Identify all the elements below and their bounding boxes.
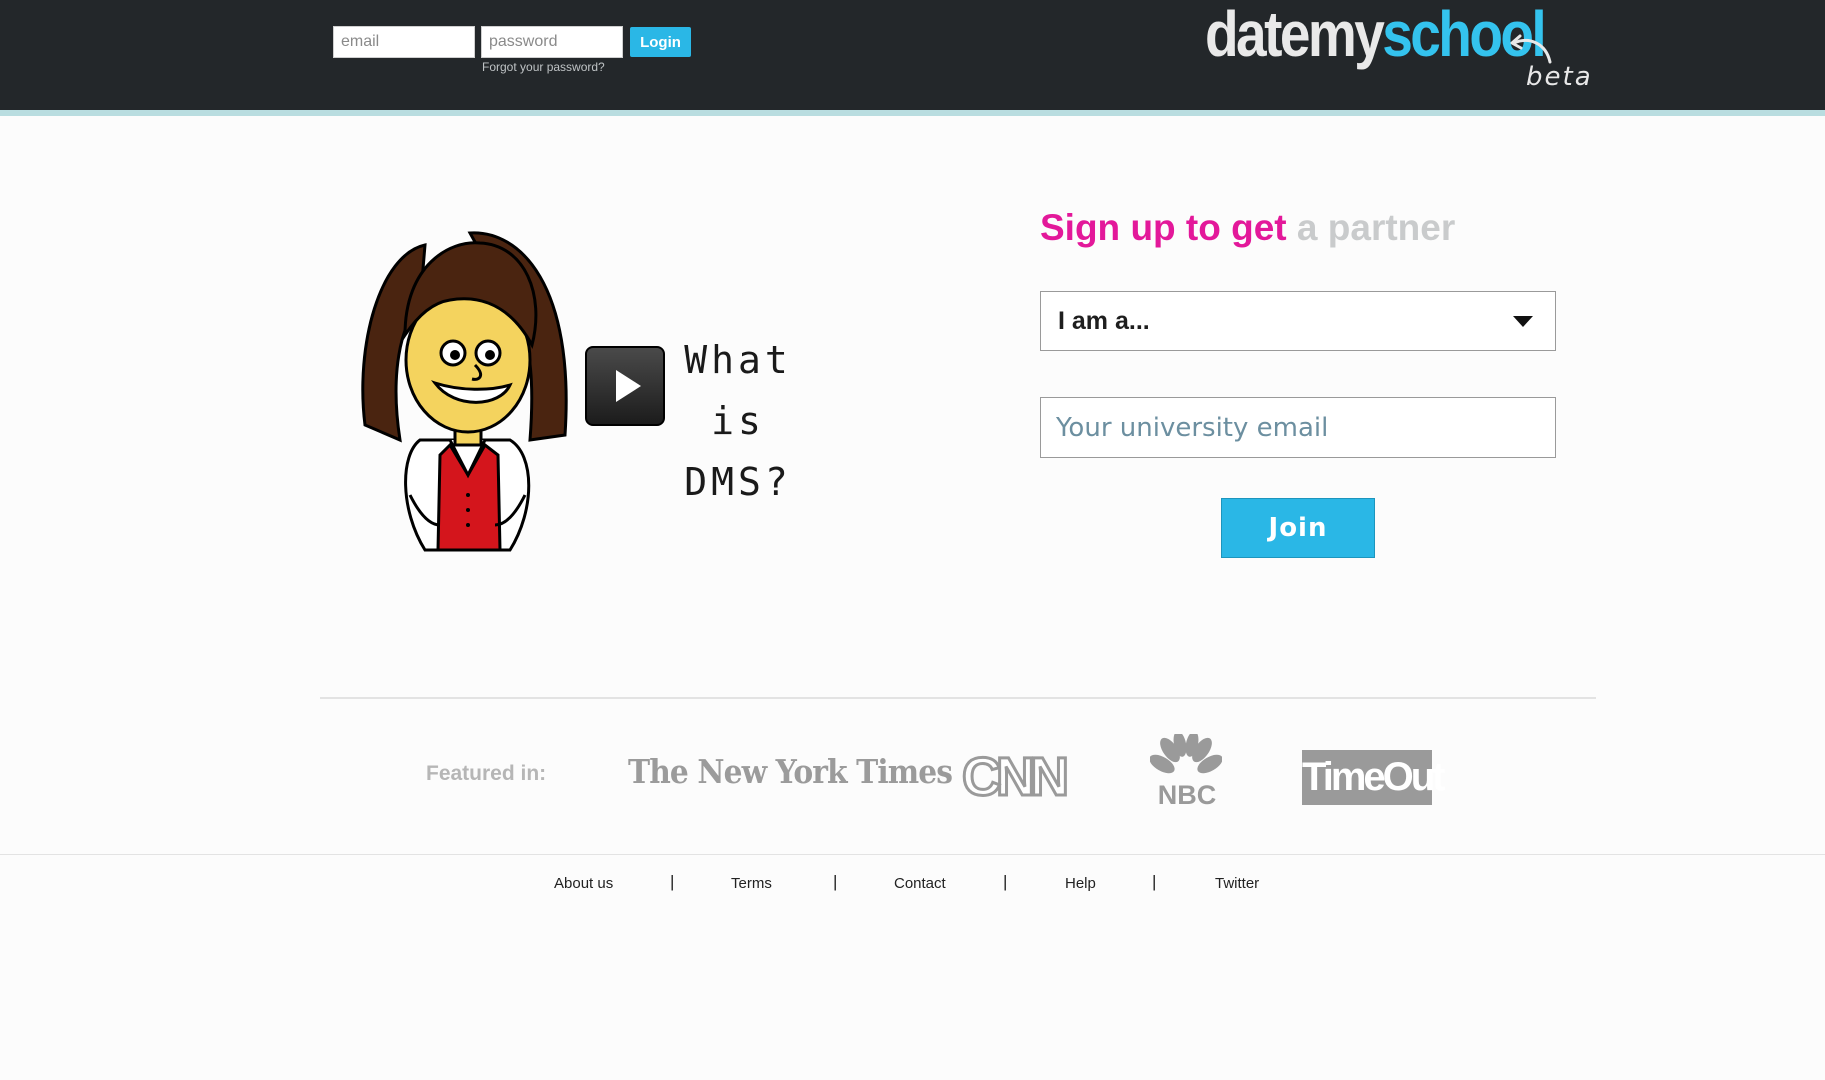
footer-divider bbox=[0, 854, 1825, 855]
curved-arrow-icon bbox=[1510, 34, 1552, 64]
gender-select[interactable]: I am a... bbox=[1040, 291, 1556, 351]
beta-label: beta bbox=[1526, 62, 1593, 92]
nbc-logo-text: NBC bbox=[1157, 780, 1217, 810]
footer-link-contact[interactable]: Contact bbox=[894, 875, 946, 892]
login-email-input[interactable] bbox=[333, 26, 475, 58]
video-play-button[interactable] bbox=[585, 346, 665, 426]
featured-label: Featured in: bbox=[426, 762, 547, 785]
university-email-input[interactable] bbox=[1040, 397, 1556, 458]
footer-link-help[interactable]: Help bbox=[1065, 875, 1096, 892]
forgot-password-link[interactable]: Forgot your password? bbox=[482, 60, 605, 74]
signup-title-rest: a partner bbox=[1296, 207, 1456, 248]
signup-title-highlight: Sign up to get bbox=[1040, 207, 1287, 248]
mascot-illustration bbox=[361, 231, 568, 552]
site-logo[interactable]: datemyschool bbox=[1205, 0, 1547, 74]
chevron-down-icon bbox=[1513, 316, 1533, 327]
timeout-logo: TimeOut bbox=[1302, 750, 1446, 805]
join-button[interactable]: Join bbox=[1221, 498, 1375, 558]
video-caption: What is DMS? bbox=[668, 330, 808, 513]
play-icon bbox=[616, 370, 641, 402]
video-caption-line: What bbox=[684, 338, 792, 382]
footer-separator: | bbox=[1152, 872, 1157, 891]
video-caption-line: is bbox=[711, 399, 765, 443]
section-divider bbox=[320, 697, 1596, 699]
video-caption-line: DMS? bbox=[684, 460, 792, 504]
footer-separator: | bbox=[670, 872, 675, 891]
nbc-peacock-icon bbox=[1150, 734, 1222, 774]
nyt-logo: The New York Times bbox=[628, 752, 953, 791]
footer-separator: | bbox=[833, 872, 838, 891]
gender-select-value: I am a... bbox=[1058, 307, 1150, 335]
login-password-input[interactable] bbox=[481, 26, 623, 58]
footer-link-about[interactable]: About us bbox=[554, 875, 613, 892]
footer-link-terms[interactable]: Terms bbox=[731, 875, 772, 892]
footer-link-twitter[interactable]: Twitter bbox=[1215, 875, 1259, 892]
footer-separator: | bbox=[1003, 872, 1008, 891]
cnn-logo: CNN bbox=[961, 746, 1071, 809]
login-button[interactable]: Login bbox=[630, 27, 691, 57]
top-bar: Login Forgot your password? datemyschool… bbox=[0, 0, 1825, 116]
signup-title: Sign up to get a partner bbox=[1040, 207, 1455, 249]
logo-text-datemy: datemy bbox=[1205, 0, 1385, 70]
